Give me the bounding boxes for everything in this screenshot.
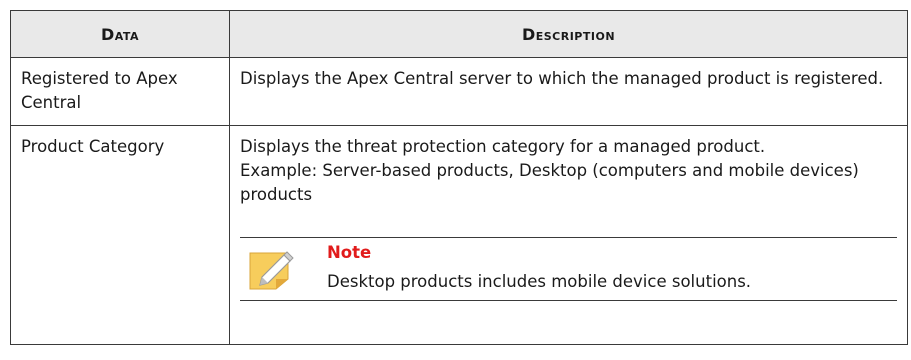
header-description: Description xyxy=(229,10,908,58)
table-row: Product Category Displays the threat pro… xyxy=(10,125,908,345)
cell-description: Displays the threat protection category … xyxy=(229,125,908,345)
data-description-table: Data Description Registered to Apex Cent… xyxy=(10,10,908,345)
cell-data: Registered to Apex Central xyxy=(10,57,230,126)
table-row: Registered to Apex Central Displays the … xyxy=(10,57,908,126)
table-header-row: Data Description xyxy=(10,10,908,58)
cell-description: Displays the Apex Central server to whic… xyxy=(229,57,908,126)
note-title: Note xyxy=(327,243,372,262)
cell-data: Product Category xyxy=(10,125,230,345)
note-text: Desktop products includes mobile device … xyxy=(327,272,752,291)
description-text: Displays the Apex Central server to whic… xyxy=(240,69,884,88)
description-example: Example: Server-based products, Desktop … xyxy=(240,161,859,204)
header-data: Data xyxy=(10,10,230,58)
note-pencil-icon xyxy=(249,251,294,290)
description-text: Displays the threat protection category … xyxy=(240,137,766,156)
note-callout: Note Desktop products includes mobile de… xyxy=(240,237,897,301)
